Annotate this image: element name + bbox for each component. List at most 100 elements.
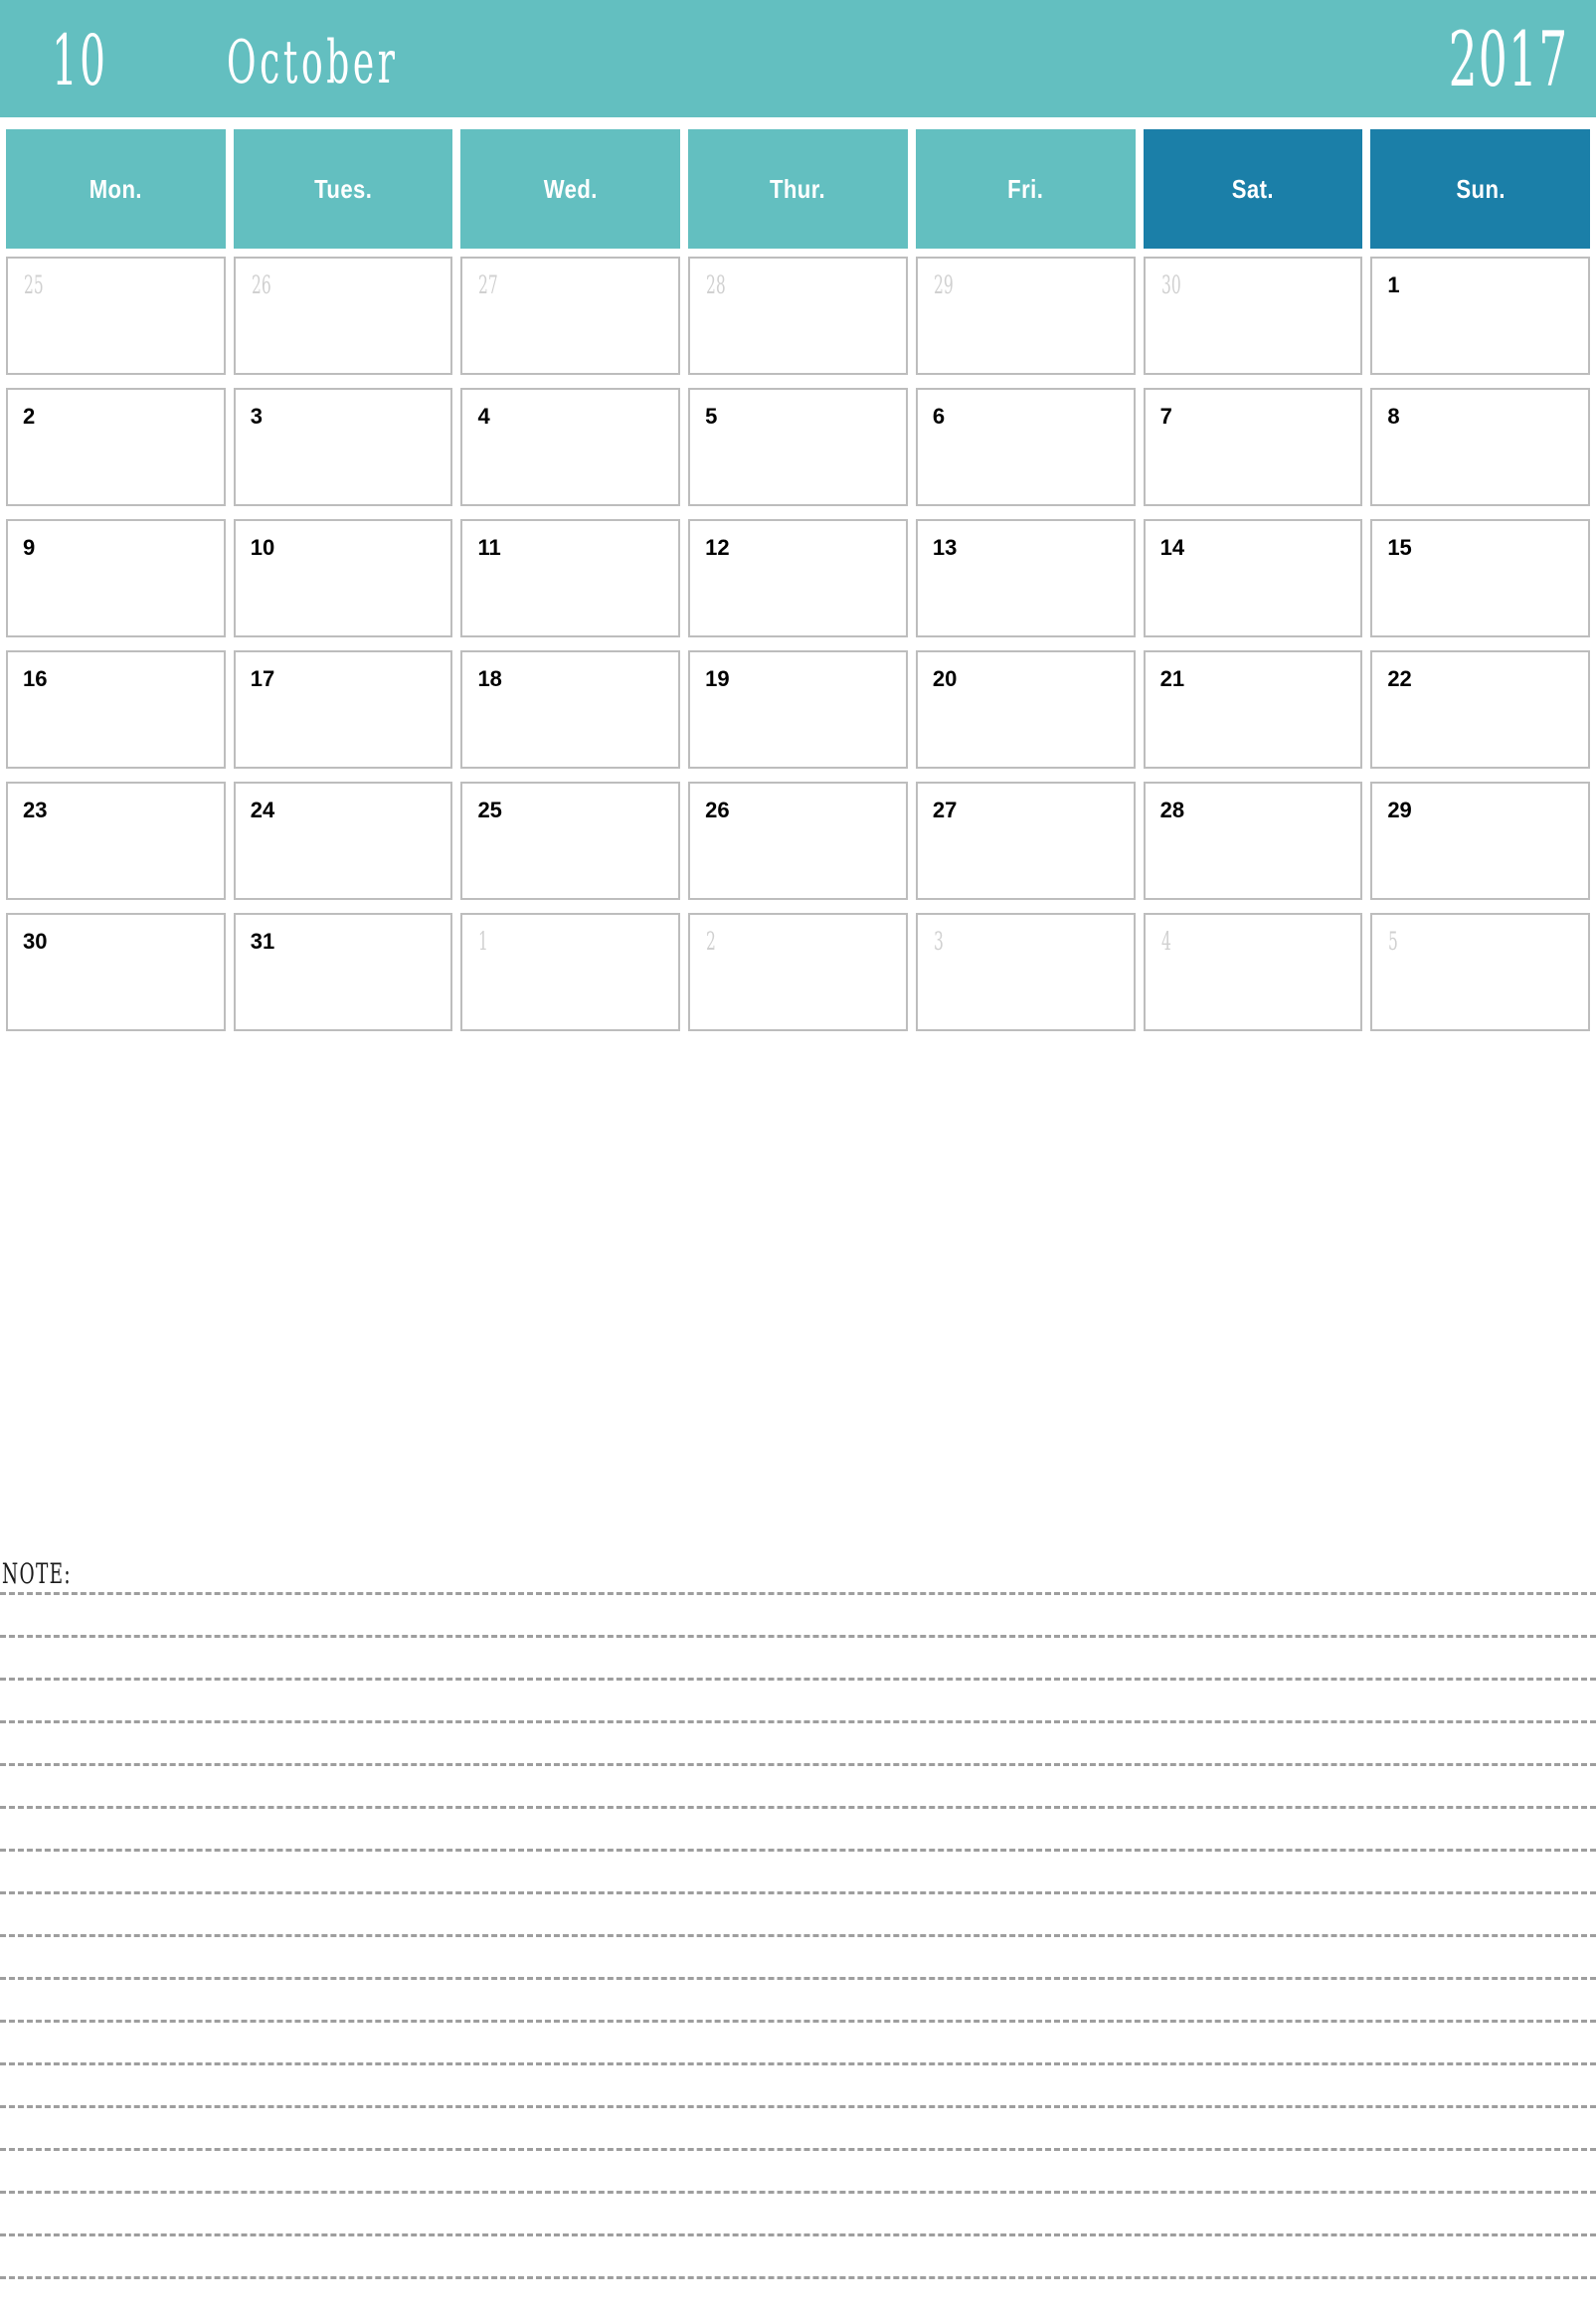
date-cell[interactable]: 25 — [6, 257, 226, 375]
note-line[interactable] — [0, 2062, 1596, 2065]
date-cell[interactable]: 3 — [915, 913, 1136, 1031]
date-cell[interactable]: 8 — [1370, 388, 1591, 506]
date-cell[interactable]: 24 — [233, 782, 453, 900]
date-cell[interactable]: 30 — [6, 913, 226, 1031]
date-cell[interactable]: 29 — [1370, 782, 1591, 900]
date-cell[interactable]: 5 — [1370, 913, 1591, 1031]
date-number: 18 — [477, 666, 502, 691]
date-cell[interactable]: 18 — [460, 650, 681, 769]
date-cell[interactable]: 4 — [1143, 913, 1363, 1031]
weekday-header-wed: Wed. — [460, 129, 681, 249]
date-cell[interactable]: 26 — [688, 782, 908, 900]
weekday-label: Sat. — [1231, 173, 1275, 204]
date-number: 28 — [1159, 798, 1185, 822]
header-month-name: October — [227, 28, 399, 97]
calendar-week-row: 16 17 18 19 20 21 22 — [6, 650, 1591, 769]
date-cell[interactable]: 23 — [6, 782, 226, 900]
date-number: 26 — [705, 798, 730, 822]
date-cell[interactable]: 20 — [915, 650, 1136, 769]
date-cell[interactable]: 15 — [1370, 519, 1591, 637]
note-line[interactable] — [0, 1849, 1596, 1852]
date-number: 7 — [1159, 404, 1172, 429]
header-month-number: 10 — [52, 20, 108, 101]
date-number: 25 — [24, 270, 44, 299]
note-line[interactable] — [0, 2276, 1596, 2279]
date-number: 27 — [478, 270, 499, 299]
date-number: 10 — [250, 535, 275, 560]
date-cell[interactable]: 27 — [460, 257, 681, 375]
date-number: 4 — [477, 404, 490, 429]
weekday-header-tues: Tues. — [233, 129, 453, 249]
note-line[interactable] — [0, 2148, 1596, 2151]
note-line[interactable] — [0, 2191, 1596, 2194]
date-cell[interactable]: 16 — [6, 650, 226, 769]
date-number: 23 — [23, 798, 48, 822]
calendar-week-row: 9 10 11 12 13 14 15 — [6, 519, 1591, 637]
date-number: 31 — [250, 929, 275, 954]
note-line[interactable] — [0, 1720, 1596, 1723]
date-number: 14 — [1159, 535, 1185, 560]
date-cell[interactable]: 22 — [1370, 650, 1591, 769]
note-writing-lines[interactable] — [0, 1592, 1596, 2319]
date-cell[interactable]: 1 — [1370, 257, 1591, 375]
note-line[interactable] — [0, 1977, 1596, 1980]
calendar-header: 10 October 2017 — [0, 0, 1596, 117]
date-cell[interactable]: 17 — [233, 650, 453, 769]
note-line[interactable] — [0, 1934, 1596, 1937]
date-cell[interactable]: 5 — [688, 388, 908, 506]
date-cell[interactable]: 28 — [688, 257, 908, 375]
note-line[interactable] — [0, 1891, 1596, 1894]
date-number: 30 — [1160, 270, 1181, 299]
date-number: 13 — [932, 535, 958, 560]
header-year: 2017 — [1448, 15, 1568, 103]
note-line[interactable] — [0, 2105, 1596, 2108]
date-cell[interactable]: 9 — [6, 519, 226, 637]
calendar-date-grid: 25 26 27 28 29 30 1 2 3 4 5 6 7 8 9 10 11 12 13 14 15 16 17 18 1… — [6, 257, 1591, 1031]
date-cell[interactable]: 2 — [6, 388, 226, 506]
date-number: 3 — [933, 927, 944, 956]
date-cell[interactable]: 7 — [1143, 388, 1363, 506]
date-number: 3 — [250, 404, 263, 429]
note-line[interactable] — [0, 2233, 1596, 2236]
date-number: 29 — [1387, 798, 1412, 822]
date-cell[interactable]: 13 — [915, 519, 1136, 637]
date-cell[interactable]: 12 — [688, 519, 908, 637]
date-cell[interactable]: 26 — [233, 257, 453, 375]
date-cell[interactable]: 27 — [915, 782, 1136, 900]
weekday-label: Thur. — [770, 173, 826, 204]
note-line[interactable] — [0, 1678, 1596, 1681]
note-line[interactable] — [0, 1763, 1596, 1766]
weekday-label: Tues. — [313, 173, 373, 204]
date-cell[interactable]: 25 — [460, 782, 681, 900]
note-line[interactable] — [0, 1635, 1596, 1638]
date-number: 5 — [705, 404, 718, 429]
date-cell[interactable]: 3 — [233, 388, 453, 506]
date-cell[interactable]: 30 — [1143, 257, 1363, 375]
date-cell[interactable]: 28 — [1143, 782, 1363, 900]
date-cell[interactable]: 21 — [1143, 650, 1363, 769]
weekday-label: Sun. — [1455, 173, 1506, 204]
date-cell[interactable]: 11 — [460, 519, 681, 637]
date-cell[interactable]: 19 — [688, 650, 908, 769]
weekday-header-thur: Thur. — [688, 129, 908, 249]
date-number: 4 — [1160, 927, 1171, 956]
date-cell[interactable]: 6 — [915, 388, 1136, 506]
calendar-week-row: 25 26 27 28 29 30 1 — [6, 257, 1591, 375]
date-cell[interactable]: 31 — [233, 913, 453, 1031]
date-cell[interactable]: 4 — [460, 388, 681, 506]
date-number: 12 — [705, 535, 730, 560]
note-line[interactable] — [0, 1806, 1596, 1809]
date-number: 30 — [23, 929, 48, 954]
date-number: 20 — [932, 666, 958, 691]
date-cell[interactable]: 1 — [460, 913, 681, 1031]
date-cell[interactable]: 10 — [233, 519, 453, 637]
date-number: 2 — [23, 404, 36, 429]
weekday-label: Fri. — [1007, 173, 1044, 204]
calendar-week-row: 23 24 25 26 27 28 29 — [6, 782, 1591, 900]
date-cell[interactable]: 29 — [915, 257, 1136, 375]
date-cell[interactable]: 2 — [688, 913, 908, 1031]
weekday-header-row: Mon. Tues. Wed. Thur. Fri. Sat. Sun. — [6, 129, 1591, 249]
note-line[interactable] — [0, 1592, 1596, 1595]
note-line[interactable] — [0, 2020, 1596, 2023]
date-cell[interactable]: 14 — [1143, 519, 1363, 637]
